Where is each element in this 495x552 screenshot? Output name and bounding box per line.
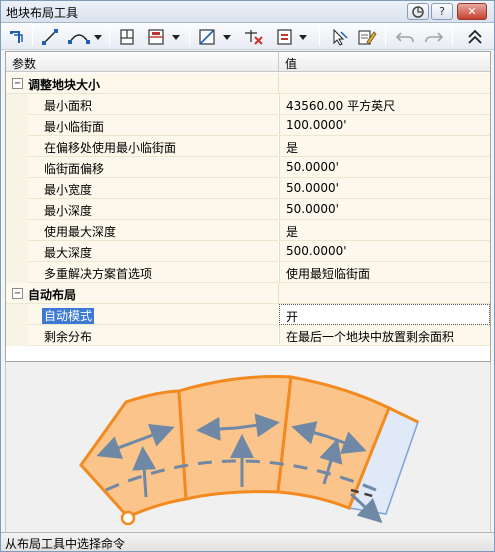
layout-preview-illustration <box>5 362 491 532</box>
property-name: 最小宽度 <box>28 178 278 199</box>
parcel-2 <box>177 375 293 501</box>
property-row[interactable]: 最小面积 43560.00 平方英尺 <box>6 94 490 115</box>
help-button[interactable]: ? <box>431 3 453 20</box>
property-name: 使用最大深度 <box>28 220 278 241</box>
undo-button[interactable] <box>393 26 417 47</box>
category-automatic-layout[interactable]: − 自动布局 <box>6 283 490 304</box>
column-splitter[interactable] <box>278 52 279 72</box>
pin-icon <box>412 5 424 18</box>
parcel-union-icon <box>277 28 307 45</box>
slide-line-icon <box>148 28 180 45</box>
property-value[interactable]: 500.0000' <box>279 241 490 262</box>
property-name: 多重解决方案首选项 <box>28 262 278 283</box>
property-name: 临街面偏移 <box>28 157 278 178</box>
collapse-toggle-icon[interactable]: − <box>12 78 23 89</box>
edit-button[interactable] <box>355 26 379 47</box>
property-row[interactable]: 最大深度 500.0000' <box>6 241 490 262</box>
swing-line-dropdown-button[interactable] <box>195 26 235 47</box>
toolbar-separator <box>319 27 320 46</box>
line-button[interactable] <box>39 26 61 47</box>
toolbar-separator <box>385 27 386 46</box>
pick-subentity-icon <box>333 28 348 46</box>
property-name: 在偏移处使用最小临街面 <box>28 136 278 157</box>
frontage-button[interactable] <box>116 26 138 47</box>
close-button[interactable]: ✕ <box>457 3 487 20</box>
toolbar-separator <box>32 27 33 46</box>
property-value[interactable]: 50.0000' <box>279 199 490 220</box>
property-row[interactable]: 使用最大深度 是 <box>6 220 490 241</box>
undo-icon <box>395 31 414 42</box>
slide-line-dropdown-button[interactable] <box>144 26 184 47</box>
pin-button[interactable] <box>407 3 429 20</box>
property-row[interactable]: 最小临街面 100.0000' <box>6 115 490 136</box>
edit-icon <box>358 29 377 45</box>
column-header-value: 值 <box>285 57 298 71</box>
property-row[interactable]: 最小深度 50.0000' <box>6 199 490 220</box>
property-value[interactable]: 50.0000' <box>279 157 490 178</box>
create-parcel-icon <box>10 30 23 43</box>
swing-line-icon <box>199 28 231 45</box>
property-row-selected[interactable]: 自动模式 开 <box>6 304 490 325</box>
property-name: 自动模式 <box>42 308 95 324</box>
toolbar-separator <box>109 27 110 46</box>
toolbar-separator <box>452 27 453 46</box>
help-icon: ? <box>439 5 445 18</box>
property-name: 最大深度 <box>28 241 278 262</box>
frontage-icon <box>120 28 134 45</box>
window-title: 地块布局工具 <box>6 6 79 20</box>
status-text: 从布局工具中选择命令 <box>5 537 126 551</box>
redo-button[interactable] <box>422 26 446 47</box>
pick-subentity-button[interactable] <box>327 26 351 47</box>
property-row[interactable]: 临街面偏移 50.0000' <box>6 157 490 178</box>
line-icon <box>42 28 58 45</box>
property-value[interactable]: 50.0000' <box>279 178 490 199</box>
category-resize-parcels[interactable]: − 调整地块大小 <box>6 73 490 94</box>
curve-icon <box>68 33 102 44</box>
collapse-button[interactable] <box>463 26 487 47</box>
close-icon: ✕ <box>467 5 477 18</box>
delete-subentity-icon <box>245 29 263 45</box>
title-bar[interactable]: 地块布局工具 ? ✕ <box>1 1 494 23</box>
toolbar <box>1 23 494 50</box>
property-row[interactable]: 剩余分布 在最后一个地块中放置剩余面积 <box>6 325 490 346</box>
property-value[interactable]: 是 <box>279 220 490 241</box>
category-label: 自动布局 <box>28 288 77 302</box>
status-bar: 从布局工具中选择命令 <box>1 532 494 551</box>
property-value-dropdown[interactable]: 开 <box>279 304 490 325</box>
grid-header: 参数 值 <box>6 52 490 72</box>
property-name: 最小深度 <box>28 199 278 220</box>
property-value[interactable]: 100.0000' <box>279 115 490 136</box>
collapse-toggle-icon[interactable]: − <box>12 288 23 299</box>
parcel-union-dropdown-button[interactable] <box>273 26 313 47</box>
delete-subentity-button[interactable] <box>241 26 267 47</box>
toolbar-separator <box>189 27 190 46</box>
curve-dropdown-button[interactable] <box>65 26 105 47</box>
property-grid: 参数 值 − 调整地块大小 最小面积 43560.00 平方英尺 最小临街面 1… <box>5 51 491 362</box>
collapse-icon <box>468 29 482 44</box>
property-value[interactable]: 43560.00 平方英尺 <box>279 94 490 115</box>
property-value[interactable]: 在最后一个地块中放置剩余面积 <box>279 325 490 346</box>
parcel-layout-tools-window: 地块布局工具 ? ✕ 参数 值 − 调整地块大小 最小面积 43560.00 平… <box>0 0 495 552</box>
property-row[interactable]: 在偏移处使用最小临街面 是 <box>6 136 490 157</box>
property-value[interactable]: 使用最短临街面 <box>279 262 490 283</box>
column-header-name: 参数 <box>12 57 37 71</box>
create-parcel-button[interactable] <box>6 26 28 47</box>
property-name: 剩余分布 <box>28 325 278 346</box>
property-row[interactable]: 多重解决方案首选项 使用最短临街面 <box>6 262 490 283</box>
start-point-icon <box>120 510 136 526</box>
redo-icon <box>425 31 444 42</box>
property-name: 最小临街面 <box>28 115 278 136</box>
property-row[interactable]: 最小宽度 50.0000' <box>6 178 490 199</box>
category-label: 调整地块大小 <box>28 78 101 92</box>
property-value[interactable]: 是 <box>279 136 490 157</box>
parcel-1 <box>79 389 188 519</box>
parcel-diagram <box>79 375 419 526</box>
property-name: 最小面积 <box>28 94 278 115</box>
